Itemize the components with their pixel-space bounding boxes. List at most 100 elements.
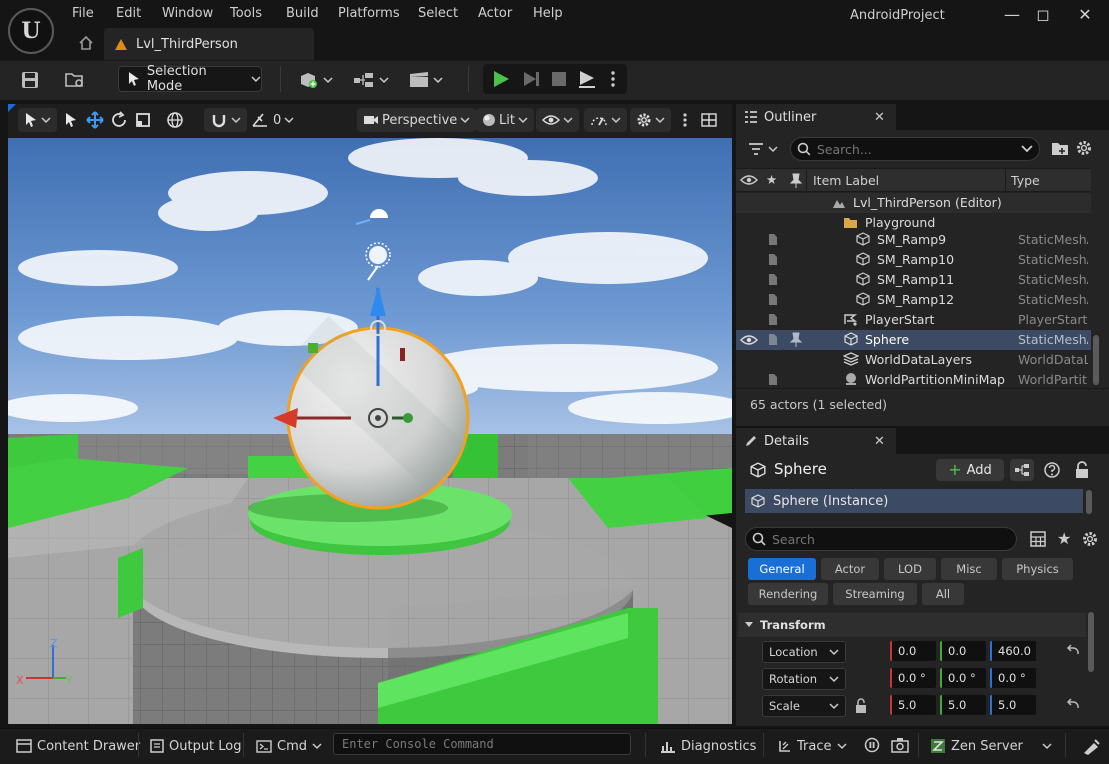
category-actor[interactable]: Actor <box>821 558 879 580</box>
outliner-row-worlddatalayers[interactable]: WorldDataLayers WorldDataLa <box>736 350 1091 370</box>
outliner-search-input[interactable] <box>816 141 1016 157</box>
category-rendering[interactable]: Rendering <box>748 583 828 605</box>
rotate-tool-icon[interactable] <box>110 108 128 132</box>
menu-actor[interactable]: Actor <box>478 6 512 21</box>
outliner-row-worldpartitionminimap[interactable]: WorldPartitionMiniMap WorldPartitic <box>736 370 1091 390</box>
console-command-input[interactable] <box>333 733 631 755</box>
viewport-settings-dropdown[interactable] <box>630 108 671 132</box>
menu-edit[interactable]: Edit <box>116 6 141 21</box>
add-actor-icon[interactable] <box>298 68 334 92</box>
menu-build[interactable]: Build <box>286 6 319 21</box>
level-tab[interactable]: Lvl_ThirdPerson <box>104 28 314 60</box>
stop-icon[interactable] <box>548 67 570 91</box>
viewport-options-button[interactable] <box>18 108 57 132</box>
scale-y-field[interactable]: 5.0 <box>940 695 986 715</box>
add-component-button[interactable]: + Add <box>936 459 1004 481</box>
scale-lock-icon[interactable] <box>854 698 868 714</box>
location-x-field[interactable]: 0.0 <box>890 641 936 661</box>
location-mode-dropdown[interactable]: Location <box>762 641 846 663</box>
menu-help[interactable]: Help <box>533 6 563 21</box>
scale-tool-icon[interactable] <box>134 108 152 132</box>
outliner-row-sphere[interactable]: Sphere StaticMeshA <box>736 330 1091 350</box>
outliner-row-sm-ramp10[interactable]: SM_Ramp10 StaticMeshA <box>736 250 1091 270</box>
browse-folder-icon[interactable] <box>64 68 86 92</box>
pin-column-icon[interactable] <box>790 173 802 189</box>
viewport-more-icon[interactable] <box>681 108 689 132</box>
play-options-icon[interactable] <box>608 67 618 91</box>
zen-server-dropdown[interactable]: Zen Server <box>930 737 1052 755</box>
outliner-row-level[interactable]: Lvl_ThirdPerson (Editor) <box>736 193 1091 213</box>
select-tool-icon[interactable] <box>64 108 78 132</box>
new-folder-icon[interactable] <box>1051 139 1069 157</box>
favorite-column-star-icon[interactable]: ★ <box>766 172 777 187</box>
close-tab-icon[interactable]: ✕ <box>874 434 885 449</box>
outliner-row-playerstart[interactable]: PlayerStart PlayerStart <box>736 310 1091 330</box>
record-trace-icon[interactable] <box>864 737 880 753</box>
blueprint-icon[interactable] <box>352 68 392 92</box>
viewport-layout-icon[interactable] <box>700 108 718 132</box>
outliner-row-sm-ramp12[interactable]: SM_Ramp12 StaticMeshA <box>736 290 1091 310</box>
unreal-logo-icon[interactable]: U <box>8 8 54 54</box>
visibility-column-eye-icon[interactable] <box>740 174 758 186</box>
rotation-mode-dropdown[interactable]: Rotation <box>762 668 846 690</box>
rotation-x-field[interactable]: 0.0 ° <box>890 668 936 688</box>
category-streaming[interactable]: Streaming <box>833 583 917 605</box>
outliner-scrollbar[interactable] <box>1093 335 1099 385</box>
column-type[interactable]: Type <box>1011 173 1040 188</box>
details-search-input[interactable] <box>772 531 972 547</box>
location-y-field[interactable]: 0.0 <box>940 641 986 661</box>
favorites-star-icon[interactable]: ★ <box>1057 529 1071 548</box>
diagnostics-button[interactable]: Diagnostics <box>660 737 756 755</box>
scale-x-field[interactable]: 5.0 <box>890 695 936 715</box>
menu-tools[interactable]: Tools <box>230 6 262 21</box>
surface-snap-button[interactable] <box>204 108 247 132</box>
reset-arrow-icon[interactable] <box>1066 698 1080 712</box>
category-all[interactable]: All <box>922 583 964 605</box>
tab-details[interactable]: Details ✕ <box>736 428 896 454</box>
blueprint-convert-button[interactable] <box>1010 459 1034 481</box>
cmd-dropdown[interactable]: Cmd <box>256 737 322 755</box>
scalability-dropdown[interactable] <box>584 108 627 132</box>
step-icon[interactable] <box>520 67 542 91</box>
play-icon[interactable] <box>490 67 512 91</box>
pin-icon[interactable] <box>790 332 802 348</box>
rotation-z-field[interactable]: 0.0 ° <box>990 668 1036 688</box>
level-viewport[interactable]: Z X Y <box>8 138 732 724</box>
outliner-row-sm-ramp9[interactable]: SM_Ramp9 StaticMeshA <box>736 230 1091 250</box>
category-misc[interactable]: Misc <box>941 558 997 580</box>
category-physics[interactable]: Physics <box>1002 558 1073 580</box>
cinematics-icon[interactable] <box>408 68 446 92</box>
scale-z-field[interactable]: 5.0 <box>990 695 1036 715</box>
world-space-icon[interactable] <box>166 108 184 132</box>
save-icon[interactable] <box>20 68 40 92</box>
tab-outliner[interactable]: Outliner ✕ <box>736 104 896 130</box>
details-search[interactable] <box>745 527 1017 551</box>
menu-select[interactable]: Select <box>418 6 458 21</box>
trace-dropdown[interactable]: Trace <box>778 737 847 755</box>
maximize-icon[interactable]: ◻ <box>1029 3 1057 27</box>
category-lod[interactable]: LOD <box>884 558 936 580</box>
eject-icon[interactable] <box>576 67 598 91</box>
category-general[interactable]: General <box>748 558 816 580</box>
component-instance-row[interactable]: Sphere (Instance) <box>745 489 1083 513</box>
chevron-down-icon[interactable] <box>1021 145 1033 153</box>
screenshot-icon[interactable] <box>891 737 909 753</box>
filter-dropdown[interactable] <box>748 140 778 158</box>
outliner-settings-gear-icon[interactable] <box>1075 139 1093 157</box>
components-scrollbar[interactable] <box>1086 490 1092 514</box>
grid-snap-button[interactable]: 0 <box>250 108 294 132</box>
perspective-dropdown[interactable]: Perspective <box>357 108 477 132</box>
details-settings-gear-icon[interactable] <box>1081 530 1099 548</box>
reset-arrow-icon[interactable] <box>1066 644 1080 658</box>
content-drawer-button[interactable]: Content Drawer <box>16 737 140 755</box>
lit-dropdown[interactable]: Lit <box>476 108 534 132</box>
outliner-search[interactable] <box>790 137 1040 161</box>
details-scrollbar[interactable] <box>1088 612 1094 672</box>
location-z-field[interactable]: 460.0 <box>990 641 1036 661</box>
selection-mode-dropdown[interactable]: Selection Mode <box>118 64 262 94</box>
close-window-icon[interactable]: ✕ <box>1071 3 1099 27</box>
close-tab-icon[interactable]: ✕ <box>874 110 885 125</box>
translate-tool-icon[interactable] <box>86 108 104 132</box>
menu-window[interactable]: Window <box>162 6 213 21</box>
menu-platforms[interactable]: Platforms <box>338 6 400 21</box>
